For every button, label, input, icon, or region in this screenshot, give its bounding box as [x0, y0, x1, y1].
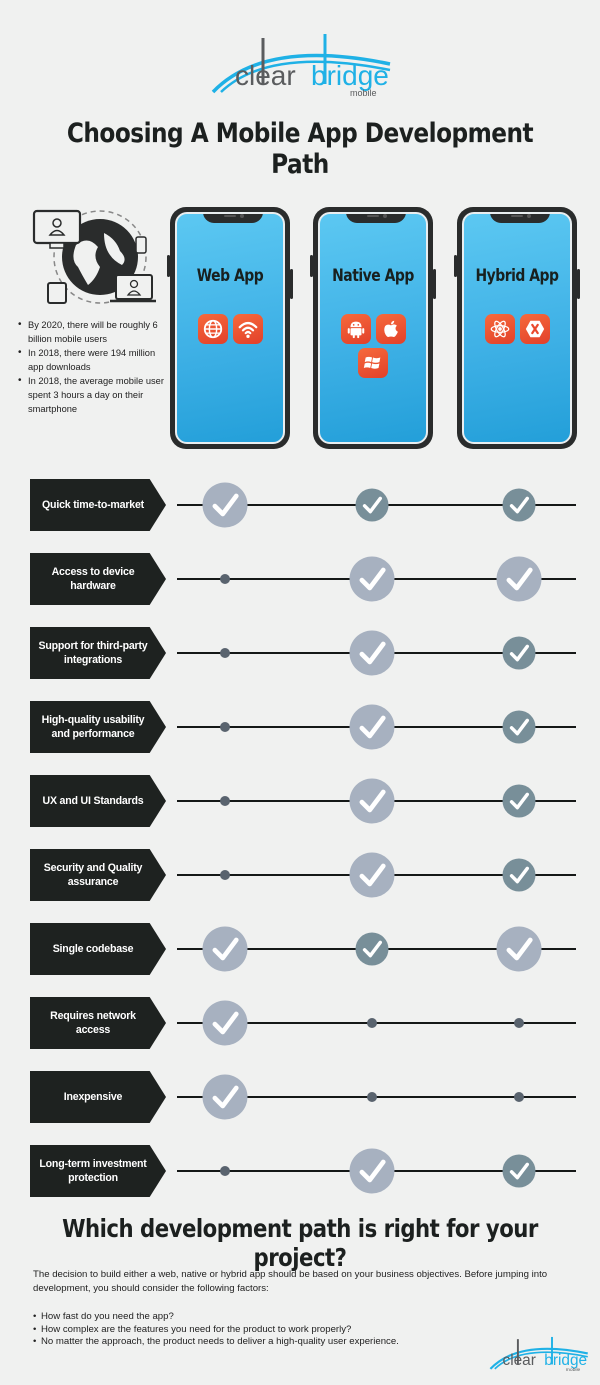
not-fit-dot-native [367, 1092, 377, 1102]
comparison-row: Single codebase [0, 923, 600, 975]
comparison-row: Support for third-party integrations [0, 627, 600, 679]
android-icon [340, 314, 371, 344]
strong-check-icon-native [349, 778, 395, 824]
criterion-label: Access to device hardware [30, 553, 166, 605]
strong-check-icon-hybrid [496, 926, 542, 972]
logo-text-bridge: bridge [311, 60, 389, 91]
phone-screen: Hybrid App [462, 212, 572, 444]
react-icon [484, 314, 515, 344]
section-title: Which development path is right for your… [62, 1214, 538, 1272]
comparison-row: Security and Quality assurance [0, 849, 600, 901]
stat-item: In 2018, there were 194 million app down… [18, 346, 168, 374]
clearbridge-logo-graphic: clear bridge mobile [211, 34, 391, 98]
criterion-label: Long-term investment protection [30, 1145, 166, 1197]
criterion-label: Inexpensive [30, 1071, 166, 1123]
comparison-row: Long-term investment protection [0, 1145, 600, 1197]
check-icon-native [355, 488, 389, 522]
logo-text-bridge: bridge [544, 1352, 587, 1369]
logo-text-mobile: mobile [350, 88, 377, 98]
not-fit-dot-web [220, 870, 230, 880]
phone-notch [346, 214, 406, 223]
comparison-row: Access to device hardware [0, 553, 600, 605]
check-icon-hybrid [502, 1154, 536, 1188]
comparison-row: High-quality usability and performance [0, 701, 600, 753]
app-type-title: Native App [332, 266, 414, 286]
not-fit-dot-web [220, 722, 230, 732]
strong-check-icon-native [349, 852, 395, 898]
phone-screen: Native App [318, 212, 428, 444]
strong-check-icon-web [202, 482, 248, 528]
not-fit-dot-native [367, 1018, 377, 1028]
clearbridge-logo: clear bridge mobile [205, 30, 405, 100]
globe-with-devices-icon [30, 205, 160, 305]
apple-icon [375, 314, 406, 344]
factor-item: How fast do you need the app? [33, 1311, 573, 1324]
stat-item: By 2020, there will be roughly 6 billion… [18, 318, 168, 346]
xamarin-icon [519, 314, 550, 344]
not-fit-dot-hybrid [514, 1092, 524, 1102]
comparison-row: Quick time-to-market [0, 479, 600, 531]
strong-check-icon-web [202, 1000, 248, 1046]
criterion-label: Security and Quality assurance [30, 849, 166, 901]
check-icon-hybrid [502, 784, 536, 818]
strong-check-icon-hybrid [496, 556, 542, 602]
check-icon-hybrid [502, 858, 536, 892]
clearbridge-logo-footer: clear bridge mobile [486, 1333, 596, 1375]
criterion-label: Requires network access [30, 997, 166, 1049]
logo-text-clear: clear [503, 1352, 536, 1369]
not-fit-dot-web [220, 1166, 230, 1176]
comparison-row: Inexpensive [0, 1071, 600, 1123]
stats-list: By 2020, there will be roughly 6 billion… [18, 318, 168, 416]
app-type-title: Web App [196, 266, 264, 286]
not-fit-dot-hybrid [514, 1018, 524, 1028]
windows-icon [358, 348, 388, 378]
criterion-label: Support for third-party integrations [30, 627, 166, 679]
comparison-row: Requires network access [0, 997, 600, 1049]
app-type-title: Hybrid App [475, 266, 559, 286]
not-fit-dot-web [220, 574, 230, 584]
criterion-label: Single codebase [30, 923, 166, 975]
strong-check-icon-native [349, 1148, 395, 1194]
criterion-label: Quick time-to-market [30, 479, 166, 531]
strong-check-icon-native [349, 556, 395, 602]
check-icon-native [355, 932, 389, 966]
check-icon-hybrid [502, 710, 536, 744]
check-icon-hybrid [502, 488, 536, 522]
globe-icon [197, 314, 228, 344]
criterion-label: High-quality usability and performance [30, 701, 166, 753]
check-icon-hybrid [502, 636, 536, 670]
page-title: Choosing A Mobile App Development Path [66, 118, 534, 180]
criterion-label: UX and UI Standards [30, 775, 166, 827]
logo-text-clear: clear [235, 60, 296, 91]
stat-item: In 2018, the average mobile user spent 3… [18, 374, 168, 416]
strong-check-icon-native [349, 704, 395, 750]
section-paragraph: The decision to build either a web, nati… [33, 1269, 548, 1294]
phone-notch [490, 214, 550, 223]
wifi-icon [232, 314, 263, 344]
phone-screen: Web App [175, 212, 285, 444]
strong-check-icon-native [349, 630, 395, 676]
strong-check-icon-web [202, 926, 248, 972]
not-fit-dot-web [220, 648, 230, 658]
logo-text-mobile: mobile [566, 1367, 581, 1373]
not-fit-dot-web [220, 796, 230, 806]
phone-native-app: Native App [310, 207, 436, 449]
comparison-row: UX and UI Standards [0, 775, 600, 827]
strong-check-icon-web [202, 1074, 248, 1120]
phone-notch [203, 214, 263, 223]
phone-hybrid-app: Hybrid App [454, 207, 580, 449]
phone-web-app: Web App [167, 207, 293, 449]
